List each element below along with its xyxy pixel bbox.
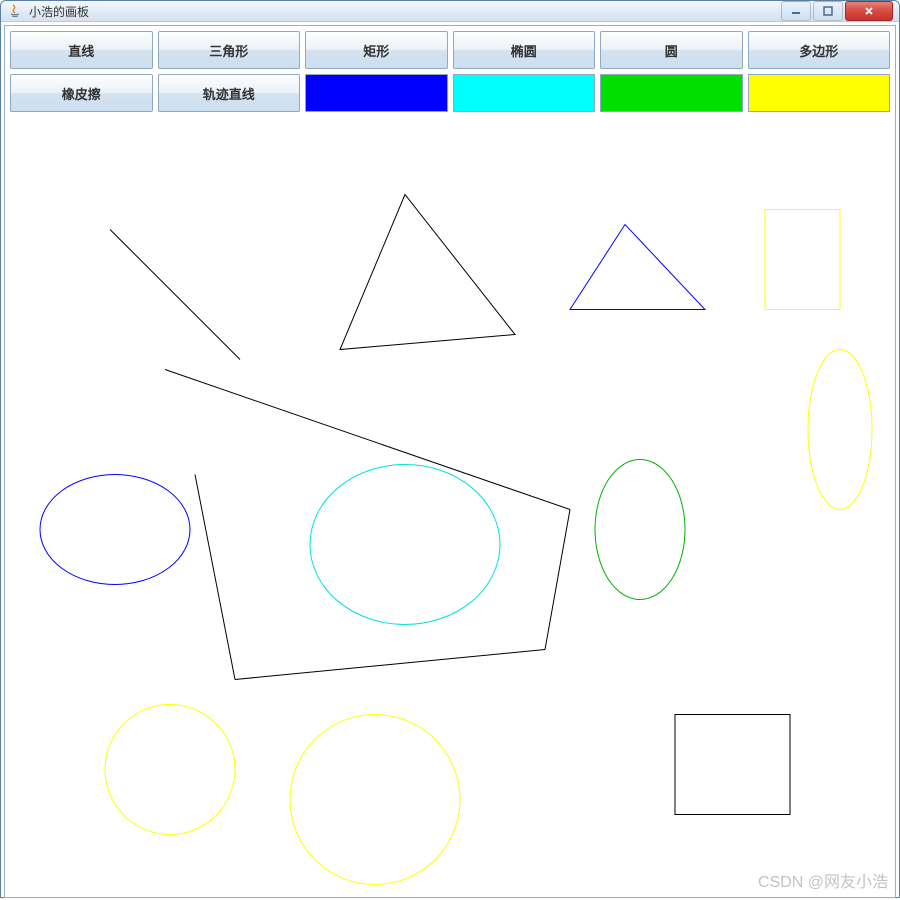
tool-rectangle-button[interactable]: 矩形 xyxy=(305,31,448,69)
color-swatch-cyan[interactable] xyxy=(453,74,596,112)
window-title: 小浩的画板 xyxy=(29,3,781,20)
java-icon xyxy=(7,3,23,19)
tool-circle-button[interactable]: 圆 xyxy=(600,31,743,69)
toolbar: 直线 三角形 矩形 椭圆 圆 多边形 橡皮擦 轨迹直线 xyxy=(10,31,890,112)
tool-ellipse-button[interactable]: 椭圆 xyxy=(453,31,596,69)
tool-eraser-button[interactable]: 橡皮擦 xyxy=(10,74,153,112)
color-swatch-yellow[interactable] xyxy=(748,74,891,112)
canvas-svg xyxy=(10,117,890,892)
minimize-button[interactable] xyxy=(781,1,811,21)
tool-triangle-button[interactable]: 三角形 xyxy=(158,31,301,69)
tool-track-line-button[interactable]: 轨迹直线 xyxy=(158,74,301,112)
maximize-button[interactable] xyxy=(813,1,843,21)
window-controls xyxy=(781,1,893,21)
tool-polygon-button[interactable]: 多边形 xyxy=(748,31,891,69)
drawing-canvas[interactable] xyxy=(10,117,890,892)
content-area: 直线 三角形 矩形 椭圆 圆 多边形 橡皮擦 轨迹直线 xyxy=(4,25,896,898)
watermark: CSDN @网友小浩 xyxy=(758,868,888,892)
titlebar[interactable]: 小浩的画板 xyxy=(1,1,899,22)
tool-line-button[interactable]: 直线 xyxy=(10,31,153,69)
close-button[interactable] xyxy=(845,1,893,21)
window-frame: 小浩的画板 直线 三角形 矩形 椭圆 圆 多边形 橡皮擦 轨迹直线 xyxy=(0,0,900,898)
color-swatch-green[interactable] xyxy=(600,74,743,112)
color-swatch-blue[interactable] xyxy=(305,74,448,112)
